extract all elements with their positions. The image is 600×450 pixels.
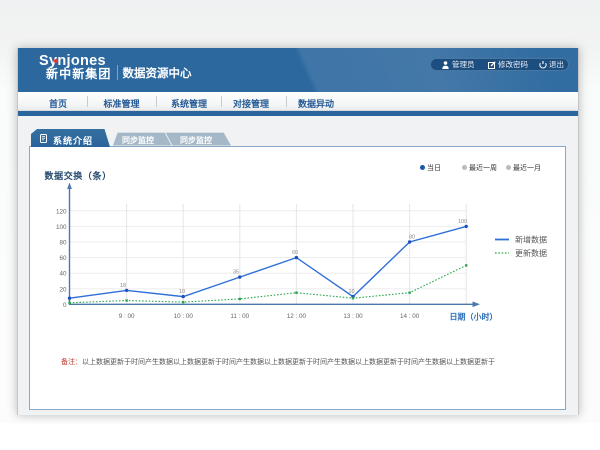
svg-text:100: 100 <box>458 219 467 225</box>
svg-text:日期（小时）: 日期（小时） <box>450 312 498 322</box>
svg-text:更新数据: 更新数据 <box>515 248 547 258</box>
svg-text:100: 100 <box>56 224 67 231</box>
svg-text:35: 35 <box>233 270 239 276</box>
svg-text:40: 40 <box>59 271 67 278</box>
svg-text:0: 0 <box>63 302 67 309</box>
svg-text:10: 10 <box>349 289 355 295</box>
svg-text:120: 120 <box>56 208 67 215</box>
svg-text:60: 60 <box>292 250 298 256</box>
svg-text:13 : 00: 13 : 00 <box>343 313 363 320</box>
svg-text:60: 60 <box>59 255 67 262</box>
svg-text:10: 10 <box>179 289 185 295</box>
svg-text:80: 80 <box>59 240 67 247</box>
svg-text:80: 80 <box>409 235 415 241</box>
svg-text:9 : 00: 9 : 00 <box>119 313 135 320</box>
svg-text:11 : 00: 11 : 00 <box>230 313 249 320</box>
svg-text:新增数据: 新增数据 <box>515 235 547 245</box>
svg-text:10 : 00: 10 : 00 <box>174 313 194 320</box>
svg-text:20: 20 <box>59 286 67 293</box>
svg-text:18: 18 <box>120 283 126 289</box>
svg-text:12 : 00: 12 : 00 <box>287 313 307 320</box>
svg-text:14 : 00: 14 : 00 <box>400 313 420 320</box>
